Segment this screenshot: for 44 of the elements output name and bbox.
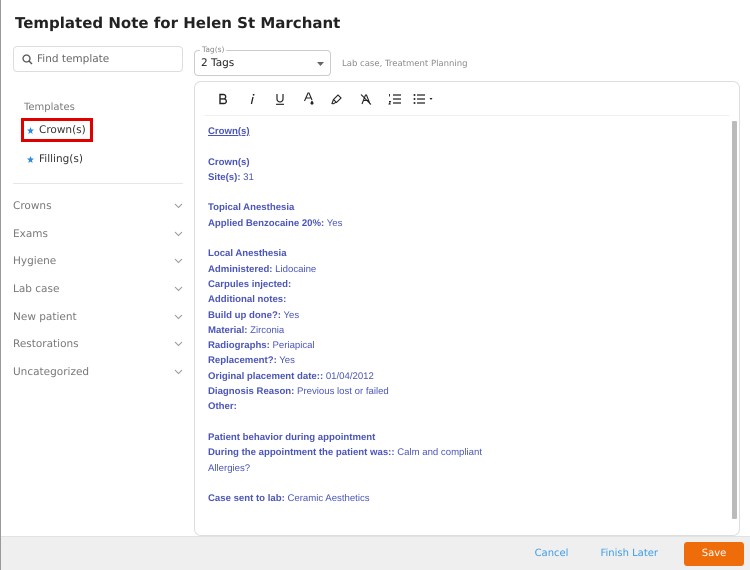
save-button[interactable]: Save xyxy=(684,542,744,566)
note-field: Original placement date:: 01/04/2012 xyxy=(208,368,732,384)
category-item[interactable]: Restorations xyxy=(13,338,79,350)
category-item[interactable]: New patient xyxy=(13,310,77,323)
tags-summary: Lab case, Treatment Planning xyxy=(342,59,468,69)
search-icon xyxy=(22,54,33,65)
chevron-down-icon[interactable] xyxy=(174,368,183,375)
link-button[interactable]: Finish Later xyxy=(584,542,674,566)
note-field: Other: xyxy=(208,399,732,415)
note-field: Administered: Lidocaine xyxy=(208,262,732,277)
note-field: Additional notes: xyxy=(208,292,732,308)
note-field: Case sent to lab: Ceramic Aesthetics xyxy=(208,491,732,506)
category-item[interactable]: Crowns xyxy=(13,200,52,212)
note-field: Radiographs: Periapical xyxy=(208,338,732,354)
note-field: Material: Zirconia xyxy=(208,322,732,338)
note-field: During the appointment the patient was:: Calm and compliant xyxy=(208,445,732,461)
chevron-down-icon[interactable] xyxy=(174,286,183,292)
link-button[interactable]: Cancel xyxy=(518,542,584,566)
window-title: Templated Note for Helen St Marchant xyxy=(14,13,342,34)
note-field: Applied Benzocaine 20%: Yes xyxy=(208,216,732,232)
category-item[interactable]: Hygiene xyxy=(13,255,56,268)
chevron-down-icon[interactable] xyxy=(174,314,183,320)
note-heading: Crown(s) xyxy=(208,125,251,139)
template-item[interactable]: Crown(s) xyxy=(21,118,93,142)
chevron-down-icon[interactable] xyxy=(174,230,183,237)
section-title: Crown(s) xyxy=(208,156,251,170)
template-item[interactable]: Filling(s) xyxy=(21,147,90,171)
note-field: Build up done?: Yes xyxy=(208,308,732,323)
category-item[interactable]: Exams xyxy=(13,228,48,240)
section-title: Topical Anesthesia xyxy=(208,201,296,216)
category-item[interactable]: Uncategorized xyxy=(13,366,90,378)
note-field: Carpules injected: xyxy=(208,276,732,292)
section-heading: Templates xyxy=(24,102,76,113)
note-field: Site(s): 31 xyxy=(208,170,732,186)
note-field: Replacement?: Yes xyxy=(208,353,732,369)
chevron-down-icon[interactable] xyxy=(174,202,183,209)
search-field[interactable]: Find template xyxy=(13,46,183,72)
note-field: Diagnosis Reason: Previous lost or failed xyxy=(208,384,732,400)
section-title: Patient behavior during appointment xyxy=(208,430,376,445)
chevron-down-icon[interactable] xyxy=(174,258,183,264)
category-item[interactable]: Lab case xyxy=(13,282,60,295)
chevron-down-icon[interactable] xyxy=(174,341,183,348)
section-title: Local Anesthesia xyxy=(208,247,288,262)
note-text: Allergies? xyxy=(208,462,252,476)
